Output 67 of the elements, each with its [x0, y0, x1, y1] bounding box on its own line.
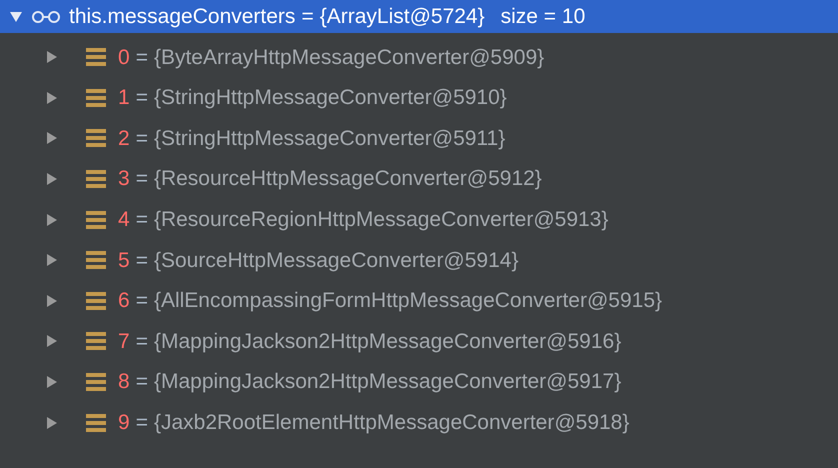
object-value: {MappingJackson2HttpMessageConverter@5917} — [154, 369, 622, 396]
field-icon — [86, 332, 106, 350]
object-value: {MappingJackson2HttpMessageConverter@5916} — [154, 328, 622, 355]
tree-row[interactable]: 1 = {StringHttpMessageConverter@5910} — [0, 78, 838, 118]
index-label: 7 — [118, 328, 130, 355]
object-value: {ResourceHttpMessageConverter@5912} — [154, 166, 542, 192]
equals-sign: = — [136, 248, 148, 274]
expand-arrow-icon[interactable] — [45, 90, 59, 105]
expand-arrow-icon[interactable] — [45, 50, 59, 64]
object-value: {Jaxb2RootElementHttpMessageConverter@5918} — [154, 410, 630, 436]
variable-value: {ArrayList@5724} — [320, 4, 485, 30]
field-icon — [86, 251, 106, 270]
equals-sign: = — [136, 166, 148, 192]
tree-row[interactable]: 6 = {AllEncompassingFormHttpMessageConverter@5915} — [0, 280, 838, 322]
index-label: 2 — [118, 126, 130, 152]
index-label: 8 — [118, 369, 130, 396]
object-value: {StringHttpMessageConverter@5910} — [154, 85, 507, 112]
glasses-icon — [31, 10, 61, 24]
index-label: 0 — [118, 44, 130, 71]
field-icon — [86, 292, 106, 310]
field-icon — [86, 88, 106, 107]
equals-sign: = — [136, 206, 148, 233]
size-label: size = 10 — [500, 4, 586, 30]
equals-sign: = — [136, 328, 148, 355]
expand-arrow-icon[interactable] — [45, 212, 59, 227]
expand-arrow-icon[interactable] — [45, 131, 59, 146]
expand-arrow-icon[interactable] — [45, 294, 59, 308]
equals-sign: = — [136, 410, 148, 436]
tree-row[interactable]: 4 = {ResourceRegionHttpMessageConverter@5913} — [0, 199, 838, 240]
tree-row[interactable]: 7 = {MappingJackson2HttpMessageConverter@5916} — [0, 321, 838, 362]
field-icon — [86, 48, 106, 66]
equals-sign: = — [301, 4, 314, 30]
object-value: {StringHttpMessageConverter@5911} — [154, 126, 506, 152]
variable-name: this.messageConverters — [69, 4, 296, 30]
index-label: 4 — [118, 206, 130, 233]
tree-row[interactable]: 0 = {ByteArrayHttpMessageConverter@5909} — [0, 37, 838, 78]
tree-row[interactable]: this.messageConverters = {ArrayList@5724} size = 10 — [0, 0, 838, 33]
equals-sign: = — [136, 288, 148, 314]
equals-sign: = — [136, 126, 148, 152]
tree-row[interactable]: 2 = {StringHttpMessageConverter@5911} — [0, 118, 838, 159]
index-label: 9 — [118, 410, 130, 436]
field-icon — [86, 373, 106, 392]
tree-row[interactable]: 8 = {MappingJackson2HttpMessageConverter@5917} — [0, 362, 838, 402]
equals-sign: = — [136, 44, 148, 71]
object-value: {SourceHttpMessageConverter@5914} — [154, 248, 518, 274]
field-icon — [86, 170, 106, 188]
object-value: {ByteArrayHttpMessageConverter@5909} — [154, 44, 544, 71]
index-label: 3 — [118, 166, 130, 192]
expand-arrow-icon[interactable] — [45, 253, 59, 268]
expand-arrow-icon[interactable] — [45, 172, 59, 186]
collapse-arrow-icon[interactable] — [9, 10, 23, 24]
equals-sign: = — [136, 369, 148, 396]
equals-sign: = — [136, 85, 148, 112]
index-label: 6 — [118, 288, 130, 314]
index-label: 1 — [118, 85, 130, 112]
object-value: {AllEncompassingFormHttpMessageConverter@5915} — [154, 288, 662, 314]
expand-arrow-icon[interactable] — [45, 334, 59, 348]
expand-arrow-icon[interactable] — [45, 375, 59, 390]
index-label: 5 — [118, 248, 130, 274]
tree-row[interactable]: 5 = {SourceHttpMessageConverter@5914} — [0, 240, 838, 281]
tree-row[interactable]: 3 = {ResourceHttpMessageConverter@5912} — [0, 158, 838, 200]
field-icon — [86, 414, 106, 432]
object-value: {ResourceRegionHttpMessageConverter@5913} — [154, 206, 608, 233]
field-icon — [86, 210, 106, 229]
tree-row[interactable]: 9 = {Jaxb2RootElementHttpMessageConverter@5918} — [0, 402, 838, 443]
field-icon — [86, 129, 106, 148]
expand-arrow-icon[interactable] — [45, 416, 59, 430]
